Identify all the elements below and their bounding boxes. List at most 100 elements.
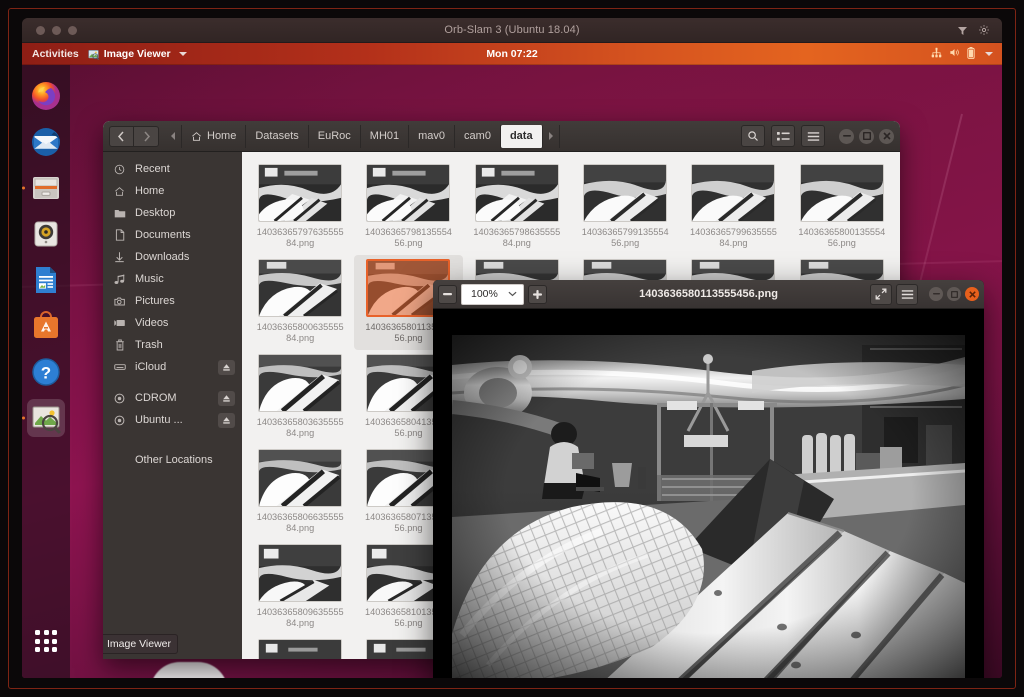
- close-button[interactable]: [879, 128, 894, 144]
- sidebar-item-documents[interactable]: Documents: [103, 224, 242, 246]
- image-viewer-canvas[interactable]: [433, 309, 984, 678]
- dock-item-help[interactable]: ?: [27, 353, 65, 391]
- file-name-label: 1403636580963555584.png: [256, 607, 344, 628]
- file-name-label: 1403636580013555456.png: [798, 227, 886, 248]
- sidebar-item-videos[interactable]: Videos: [103, 312, 242, 334]
- home-icon: [113, 186, 126, 197]
- file-cell[interactable]: 1403636580363555584.png: [246, 350, 354, 445]
- file-thumbnail: [258, 544, 343, 602]
- sidebar-item-cdrom[interactable]: CDROM: [103, 387, 242, 409]
- sidebar-item-desktop[interactable]: Desktop: [103, 202, 242, 224]
- clock-icon: [113, 164, 126, 175]
- sidebar-item-label: Downloads: [135, 251, 190, 263]
- breadcrumb-item-home[interactable]: Home: [182, 124, 247, 148]
- dock-item-thunderbird[interactable]: [27, 123, 65, 161]
- vm-titlebar-actions: [957, 24, 1002, 36]
- file-cell[interactable]: 1403636579763555584.png: [246, 160, 354, 255]
- file-cell[interactable]: 1403636581263555584.png: [246, 635, 354, 659]
- sidebar-item-recent[interactable]: Recent: [103, 158, 242, 180]
- maximize-button[interactable]: [947, 287, 961, 301]
- breadcrumb-next-arrow[interactable]: [543, 124, 560, 148]
- file-cell[interactable]: 1403636579813555456.png: [354, 160, 462, 255]
- file-cell[interactable]: 1403636580663555584.png: [246, 445, 354, 540]
- disc-icon: [113, 393, 126, 404]
- sidebar-item-label: Home: [135, 185, 165, 197]
- file-cell[interactable]: 1403636579913555456.png: [571, 160, 679, 255]
- hamburger-menu-icon[interactable]: [896, 283, 918, 305]
- file-name-label: 1403636579813555456.png: [365, 227, 452, 248]
- sidebar-item-downloads[interactable]: Downloads: [103, 246, 242, 268]
- back-icon[interactable]: [109, 125, 134, 147]
- view-list-icon[interactable]: [771, 125, 795, 147]
- sidebar-separator: [103, 431, 242, 440]
- file-name-label: 1403636579863555584.png: [473, 227, 561, 248]
- file-thumbnail: [474, 164, 559, 222]
- breadcrumb-item-mav0[interactable]: mav0: [409, 124, 456, 148]
- file-thumbnail: [258, 639, 343, 659]
- breadcrumb-overflow-arrow[interactable]: [165, 124, 182, 148]
- sidebar-item-ubuntu-volume[interactable]: Ubuntu ...: [103, 409, 242, 431]
- sidebar-separator: [103, 440, 242, 449]
- wallpaper-dome-shape: [150, 662, 228, 678]
- system-status-area[interactable]: [931, 46, 1002, 62]
- dock-item-rhythmbox[interactable]: [27, 215, 65, 253]
- sidebar-item-label: Music: [135, 273, 164, 285]
- breadcrumb-label: Home: [207, 130, 237, 142]
- minimize-button[interactable]: [929, 287, 943, 301]
- file-name-label: 1403636580063555584.png: [256, 322, 344, 343]
- file-name-label: 1403636580663555584.png: [256, 512, 344, 533]
- file-cell[interactable]: 1403636580013555456.png: [788, 160, 896, 255]
- eject-icon[interactable]: [218, 359, 235, 375]
- app-menu-button[interactable]: Image Viewer: [88, 48, 187, 60]
- file-name-label: 1403636579913555456.png: [581, 227, 669, 248]
- dock-item-image-viewer[interactable]: [22, 399, 65, 437]
- sidebar-item-music[interactable]: Music: [103, 268, 242, 290]
- fullscreen-icon[interactable]: [870, 283, 892, 305]
- file-cell[interactable]: 1403636579963555584.png: [679, 160, 787, 255]
- image-viewer-window-buttons: [929, 287, 979, 301]
- dock-item-ubuntu-software[interactable]: [27, 307, 65, 345]
- vm-titlebar: Orb-Slam 3 (Ubuntu 18.04): [22, 18, 1002, 43]
- sidebar-item-trash[interactable]: Trash: [103, 334, 242, 356]
- breadcrumb-item-mh01[interactable]: MH01: [361, 124, 410, 148]
- sidebar-item-label: Trash: [135, 339, 163, 351]
- file-thumbnail: [583, 164, 668, 222]
- filter-icon[interactable]: [957, 25, 968, 36]
- breadcrumb-item-data[interactable]: data: [500, 124, 543, 148]
- folder-icon: [113, 208, 126, 219]
- chevron-down-icon: [508, 291, 517, 297]
- sidebar-item-label: iCloud: [135, 361, 167, 373]
- vm-window-title: Orb-Slam 3 (Ubuntu 18.04): [444, 24, 580, 36]
- zoom-out-icon[interactable]: [438, 284, 457, 304]
- gear-icon[interactable]: [978, 24, 990, 36]
- svg-text:?: ?: [41, 364, 51, 383]
- hamburger-menu-icon[interactable]: [801, 125, 825, 147]
- dock-item-firefox[interactable]: [27, 77, 65, 115]
- chevron-down-icon[interactable]: [985, 52, 993, 56]
- search-icon[interactable]: [741, 125, 765, 147]
- show-applications-button[interactable]: [27, 622, 65, 660]
- activities-button[interactable]: Activities: [22, 48, 88, 60]
- dock-item-files[interactable]: [22, 169, 65, 207]
- sidebar-item-other-locations[interactable]: Other Locations: [103, 449, 242, 471]
- file-cell[interactable]: 1403636580963555584.png: [246, 540, 354, 635]
- file-cell[interactable]: 1403636580063555584.png: [246, 255, 354, 350]
- breadcrumb-item-euroc[interactable]: EuRoc: [309, 124, 361, 148]
- forward-icon[interactable]: [134, 125, 159, 147]
- file-cell[interactable]: 1403636579863555584.png: [463, 160, 571, 255]
- sidebar-item-pictures[interactable]: Pictures: [103, 290, 242, 312]
- eject-icon[interactable]: [218, 412, 235, 428]
- sidebar-item-icloud[interactable]: iCloud: [103, 356, 242, 378]
- dock-item-libreoffice-writer[interactable]: [27, 261, 65, 299]
- breadcrumb: Home Datasets EuRoc MH01 mav0 cam0 data: [165, 124, 560, 148]
- close-button[interactable]: [965, 287, 979, 301]
- zoom-in-icon[interactable]: [527, 284, 547, 304]
- document-icon: [113, 229, 126, 241]
- minimize-button[interactable]: [839, 128, 854, 144]
- breadcrumb-item-datasets[interactable]: Datasets: [246, 124, 309, 148]
- eject-icon[interactable]: [218, 390, 235, 406]
- zoom-level-select[interactable]: 100%: [461, 283, 524, 305]
- maximize-button[interactable]: [859, 128, 874, 144]
- sidebar-item-home[interactable]: Home: [103, 180, 242, 202]
- breadcrumb-item-cam0[interactable]: cam0: [455, 124, 501, 148]
